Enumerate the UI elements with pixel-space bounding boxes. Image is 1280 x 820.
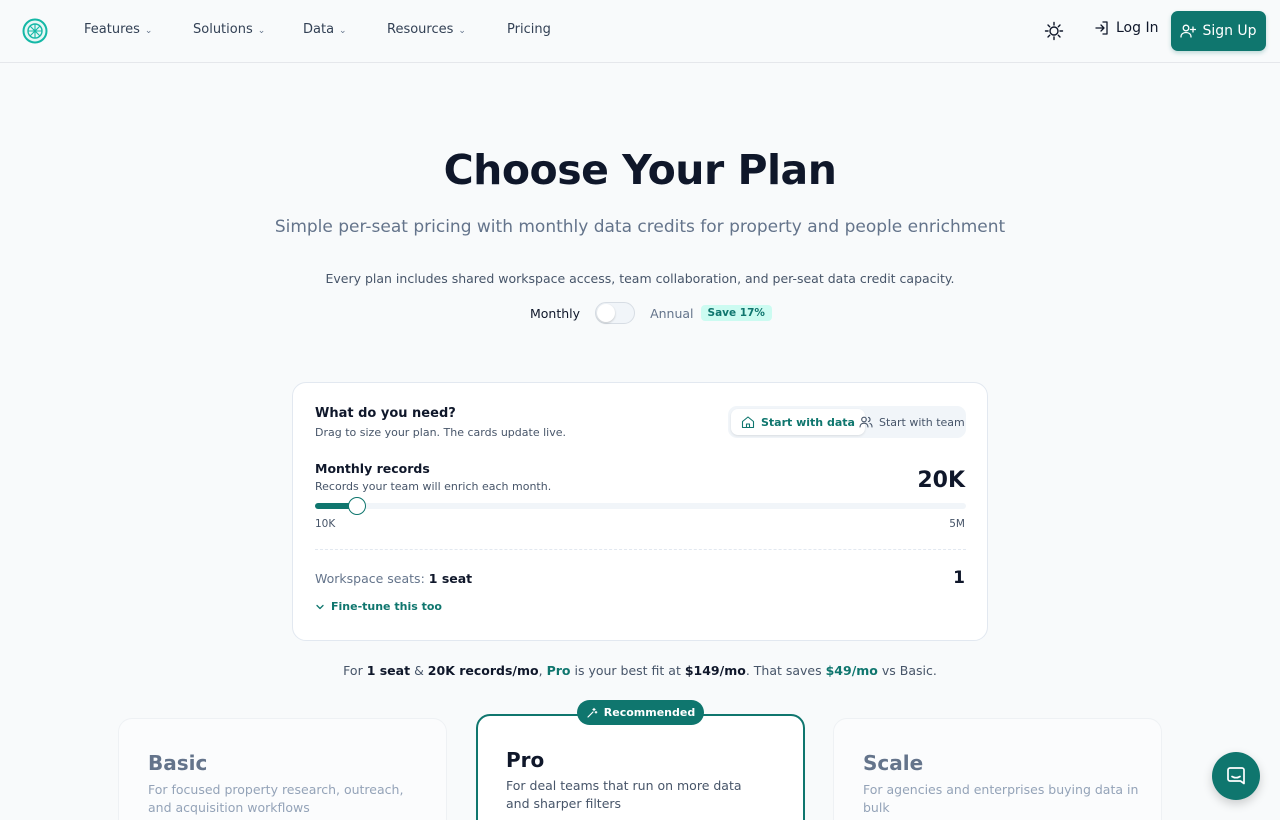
plan-description: For agencies and enterprises buying data… xyxy=(863,782,1139,815)
nav-data-label: Data xyxy=(303,22,335,37)
nav-resources-label: Resources xyxy=(387,22,454,37)
recommended-label: Recommended xyxy=(603,706,696,719)
signup-label: Sign Up xyxy=(1202,23,1257,39)
plan-card-basic[interactable]: Basic For focused property research, out… xyxy=(118,718,447,820)
login-arrow-icon xyxy=(1095,21,1108,35)
billing-toggle-row: Monthly Annual Save 17% xyxy=(530,302,772,324)
plan-note: Every plan includes shared workspace acc… xyxy=(325,271,955,286)
plan-configurator-card: What do you need? Drag to size your plan… xyxy=(292,382,988,641)
building-icon xyxy=(741,416,755,429)
nav-solutions[interactable]: Solutions ⌄ xyxy=(193,22,265,37)
monthly-records-sublabel: Records your team will enrich each month… xyxy=(315,480,552,493)
plan-name: Basic xyxy=(148,751,208,775)
plan-card-pro[interactable]: Pro For deal teams that run on more data… xyxy=(476,714,805,820)
nav-resources[interactable]: Resources ⌄ xyxy=(387,22,466,37)
monthly-label[interactable]: Monthly xyxy=(530,306,580,321)
summary-text: vs Basic. xyxy=(881,663,937,678)
seats-count: 1 xyxy=(953,568,965,588)
chat-icon xyxy=(1227,767,1245,785)
slider-thumb[interactable] xyxy=(348,497,367,515)
chevron-down-icon xyxy=(316,604,324,609)
configurator-title: What do you need? xyxy=(315,406,456,421)
users-icon xyxy=(859,416,873,428)
recommended-badge: Recommended xyxy=(577,700,704,725)
slider-max-label: 5M xyxy=(949,518,965,530)
sparkle-icon xyxy=(587,707,598,718)
records-slider[interactable] xyxy=(315,497,966,515)
chevron-down-icon: ⌄ xyxy=(257,25,266,36)
chat-launcher-button[interactable] xyxy=(1212,752,1260,800)
chevron-down-icon: ⌄ xyxy=(458,25,466,36)
nav-pricing-label: Pricing xyxy=(507,22,551,37)
plan-card-scale[interactable]: Scale For agencies and enterprises buyin… xyxy=(833,718,1162,820)
slider-min-label: 10K xyxy=(315,518,336,530)
start-with-data-label: Start with data xyxy=(761,415,855,429)
chevron-down-icon: ⌄ xyxy=(144,25,153,36)
page-title: Choose Your Plan xyxy=(443,146,837,194)
seats-label-text: Workspace seats: xyxy=(315,571,425,586)
plan-name: Scale xyxy=(863,751,924,775)
signup-button[interactable]: Sign Up xyxy=(1171,11,1266,51)
top-navbar: Features ⌄ Solutions ⌄ Data ⌄ Resources … xyxy=(0,0,1280,63)
summary-records: 20K records/mo xyxy=(427,663,539,678)
summary-savings: $49/mo xyxy=(825,663,878,678)
workspace-seats-label: Workspace seats: 1 seat xyxy=(315,571,472,586)
summary-plan: Pro xyxy=(546,663,571,678)
nav-features[interactable]: Features ⌄ xyxy=(84,22,152,37)
billing-period-toggle[interactable] xyxy=(595,302,636,324)
nav-pricing[interactable]: Pricing xyxy=(507,22,551,37)
nav-solutions-label: Solutions xyxy=(193,22,253,37)
login-label: Log In xyxy=(1116,20,1159,36)
user-plus-icon xyxy=(1180,24,1197,38)
configurator-subtitle: Drag to size your plan. The cards update… xyxy=(315,426,566,439)
summary-text: For xyxy=(343,663,363,678)
save-badge: Save 17% xyxy=(700,305,772,321)
page-subtitle: Simple per-seat pricing with monthly dat… xyxy=(274,217,1006,237)
start-with-team-button[interactable]: Start with team xyxy=(849,409,975,435)
annual-label[interactable]: Annual xyxy=(650,306,693,321)
recommendation-summary: For 1 seat & 20K records/mo, Pro is your… xyxy=(0,663,1280,678)
summary-text: , xyxy=(538,663,543,678)
chevron-down-icon: ⌄ xyxy=(339,25,347,36)
finetune-label: Fine-tune this too xyxy=(331,600,442,613)
summary-text: & xyxy=(414,663,424,678)
divider xyxy=(315,549,966,550)
sun-icon[interactable] xyxy=(1044,21,1064,41)
login-button[interactable]: Log In xyxy=(1094,20,1158,36)
start-with-team-label: Start with team xyxy=(879,415,965,429)
globe-logo-icon[interactable] xyxy=(22,18,48,44)
summary-text: is your best fit at xyxy=(574,663,681,678)
monthly-records-label: Monthly records xyxy=(315,461,430,476)
nav-features-label: Features xyxy=(84,22,140,37)
summary-seats: 1 seat xyxy=(366,663,411,678)
nav-data[interactable]: Data ⌄ xyxy=(303,22,347,37)
seats-value-text: 1 seat xyxy=(428,571,473,586)
toggle-knob xyxy=(597,304,616,322)
plan-description: For focused property research, outreach,… xyxy=(148,782,404,815)
plan-description: For deal teams that run on more data and… xyxy=(506,778,742,811)
mode-switch: Start with data Start with team xyxy=(728,406,966,438)
summary-text: . That saves xyxy=(745,663,822,678)
finetune-toggle[interactable]: Fine-tune this too xyxy=(315,600,442,613)
start-with-data-button[interactable]: Start with data xyxy=(731,409,865,435)
plan-name: Pro xyxy=(506,748,545,772)
monthly-records-value: 20K xyxy=(917,468,965,493)
summary-price: $149/mo xyxy=(684,663,746,678)
